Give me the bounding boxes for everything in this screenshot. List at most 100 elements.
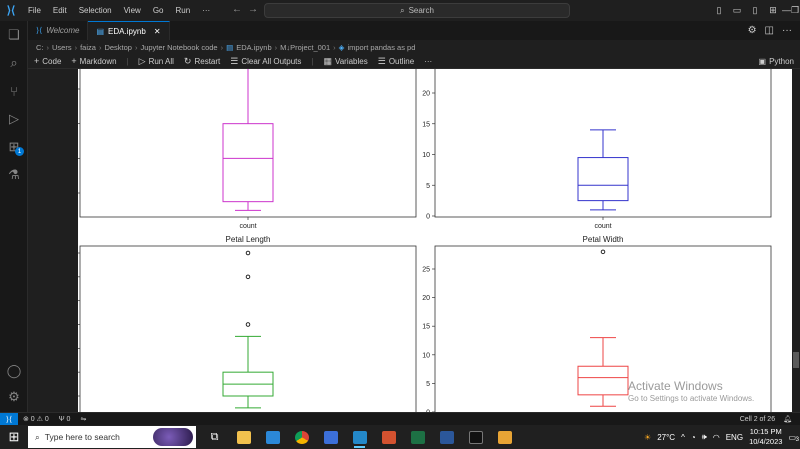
word-icon[interactable]	[432, 425, 461, 449]
breadcrumb-item[interactable]: Desktop	[104, 43, 132, 52]
layout-icon[interactable]: ⊞	[764, 5, 782, 16]
breadcrumb-item[interactable]: import pandas as pd	[347, 43, 415, 52]
cell-output-area[interactable]: 2468count05101520countPetal Length246810…	[28, 69, 800, 412]
restart-label: Restart	[194, 56, 221, 66]
breadcrumb-item[interactable]: Jupyter Notebook code	[140, 43, 217, 52]
add-code-button[interactable]: + Code	[34, 56, 61, 66]
wifi-icon[interactable]: ◠	[713, 433, 720, 442]
menu-view[interactable]: View	[118, 6, 147, 15]
y-tick-label: 20	[422, 295, 430, 302]
forward-arrow-icon[interactable]: →	[248, 4, 264, 15]
x-tick-label: count	[594, 223, 611, 230]
menu-go[interactable]: Go	[147, 6, 170, 15]
powerpoint-icon[interactable]	[374, 425, 403, 449]
tab-eda-notebook[interactable]: ▤ EDA.ipynb ✕	[88, 21, 170, 40]
vertical-scrollbar[interactable]	[792, 69, 800, 412]
plot-title: Petal Length	[226, 235, 271, 244]
restore-icon[interactable]: ❐	[791, 5, 799, 16]
variables-button[interactable]: ▦ Variables	[323, 56, 367, 67]
clear-all-outputs-button[interactable]: ☰ Clear All Outputs	[230, 56, 301, 67]
notebook-file-icon: ▤	[226, 42, 234, 52]
explorer-icon[interactable]: ❏	[0, 23, 28, 47]
problems-status[interactable]: ⊗ 0 ⚠ 0	[18, 415, 54, 423]
testing-icon[interactable]: ⚗	[0, 163, 28, 187]
extensions-icon[interactable]: ⊞ 1	[0, 135, 28, 159]
chevron-up-icon[interactable]: ^	[681, 433, 685, 442]
account-icon[interactable]: ◯	[0, 359, 28, 383]
chrome-icon[interactable]	[287, 425, 316, 449]
menu-file[interactable]: File	[22, 6, 47, 15]
kernel-icon: ▣	[758, 56, 767, 66]
notebook-toolbar: + Code + Markdown | ▷ Run All ↻ Restart ☰ Cle…	[28, 54, 800, 69]
toggle-sidebar-icon[interactable]: ▯	[710, 5, 728, 16]
search-icon: ⌕	[35, 431, 40, 442]
language-indicator[interactable]: ENG	[726, 433, 743, 442]
add-markdown-button[interactable]: + Markdown	[71, 56, 116, 66]
command-search-box[interactable]: ⌕ Search	[264, 3, 570, 18]
ports-status[interactable]: Ψ 0	[54, 416, 76, 423]
breadcrumb-item[interactable]: EDA.ipynb	[236, 43, 271, 52]
breadcrumb-item[interactable]: Users	[52, 43, 72, 52]
search-view-icon[interactable]: ⌕	[0, 51, 28, 75]
settings-gear-icon[interactable]: ⚙	[0, 385, 28, 409]
breadcrumb-item[interactable]: M↓Project_001	[280, 43, 330, 52]
taskbar-search-box[interactable]: ⌕ Type here to search	[28, 426, 196, 448]
breadcrumb-item[interactable]: C:	[36, 43, 44, 52]
terminal-icon[interactable]	[461, 425, 490, 449]
more-actions-icon[interactable]: ···	[782, 25, 792, 36]
toggle-panel-icon[interactable]: ▭	[728, 5, 746, 16]
restart-button[interactable]: ↻ Restart	[184, 56, 220, 67]
cell-gutter	[28, 69, 78, 412]
snipping-tool-icon[interactable]	[316, 425, 345, 449]
run-debug-icon[interactable]: ▷	[0, 107, 28, 131]
gear-icon[interactable]: ⚙	[748, 25, 757, 36]
minimize-icon[interactable]: —	[782, 5, 791, 16]
run-all-label: Run All	[148, 56, 174, 66]
toggle-secondary-sidebar-icon[interactable]: ▯	[746, 5, 764, 16]
file-explorer-icon[interactable]	[229, 425, 258, 449]
kernel-label: Python	[769, 56, 794, 66]
anaconda-icon[interactable]	[490, 425, 519, 449]
remote-indicator-icon[interactable]: ⟩⟨	[0, 412, 18, 426]
mail-icon[interactable]	[258, 425, 287, 449]
y-tick-label: 5	[426, 183, 430, 190]
tab-label: EDA.ipynb	[108, 26, 146, 36]
search-label: Search	[408, 6, 434, 15]
vscode-taskbar-icon[interactable]	[345, 425, 374, 449]
weather-icon[interactable]: ☀	[644, 433, 651, 442]
variables-label: Variables	[334, 56, 368, 66]
scroll-thumb[interactable]	[793, 352, 799, 368]
boxplot-figure: 2468count05101520countPetal Length246810…	[78, 69, 772, 412]
windows-start-icon[interactable]: ⊞	[0, 425, 28, 449]
restart-icon: ↻	[183, 55, 192, 66]
split-editor-icon[interactable]: ◫	[765, 25, 774, 36]
outline-button[interactable]: ☰ Outline	[378, 56, 414, 67]
menu-edit[interactable]: Edit	[47, 6, 73, 15]
cell-position[interactable]: Cell 2 of 26	[740, 416, 775, 423]
tab-close-icon[interactable]: ✕	[154, 27, 161, 36]
more-toolbar-button[interactable]: ···	[424, 57, 432, 66]
network-icon[interactable]: ◔	[691, 433, 696, 442]
volume-icon[interactable]: 🕪︎	[702, 432, 707, 442]
clock[interactable]: 10:15 PM 10/4/2023	[749, 427, 782, 447]
task-view-icon[interactable]: ⧉	[200, 425, 229, 449]
run-all-button[interactable]: ▷ Run All	[139, 56, 174, 67]
menu-selection[interactable]: Selection	[73, 6, 118, 15]
tab-welcome[interactable]: ⟩⟨ Welcome	[28, 21, 89, 40]
editor-tabs: ⟩⟨ Welcome ▤ EDA.ipynb ✕ ⚙ ◫ ···	[28, 21, 800, 40]
nav-arrows[interactable]: ←→	[232, 4, 264, 15]
breadcrumb-item[interactable]: faiza	[80, 43, 96, 52]
variables-icon: ▦	[323, 55, 332, 66]
menu-more[interactable]: ···	[196, 6, 216, 15]
live-share-icon[interactable]: ⇋	[75, 415, 91, 423]
notifications-bell-icon[interactable]: 🔔︎	[783, 415, 792, 423]
kernel-picker[interactable]: ▣ Python	[759, 57, 794, 66]
weather-temp[interactable]: 27°C	[657, 433, 675, 442]
back-arrow-icon[interactable]: ←	[232, 4, 248, 15]
excel-icon[interactable]	[403, 425, 432, 449]
more-label: ···	[424, 56, 433, 66]
plot-frame	[79, 245, 417, 412]
menu-run[interactable]: Run	[169, 6, 196, 15]
notification-center-icon[interactable]: ▭ 3	[788, 433, 799, 443]
source-control-icon[interactable]: ⑂	[0, 79, 28, 103]
